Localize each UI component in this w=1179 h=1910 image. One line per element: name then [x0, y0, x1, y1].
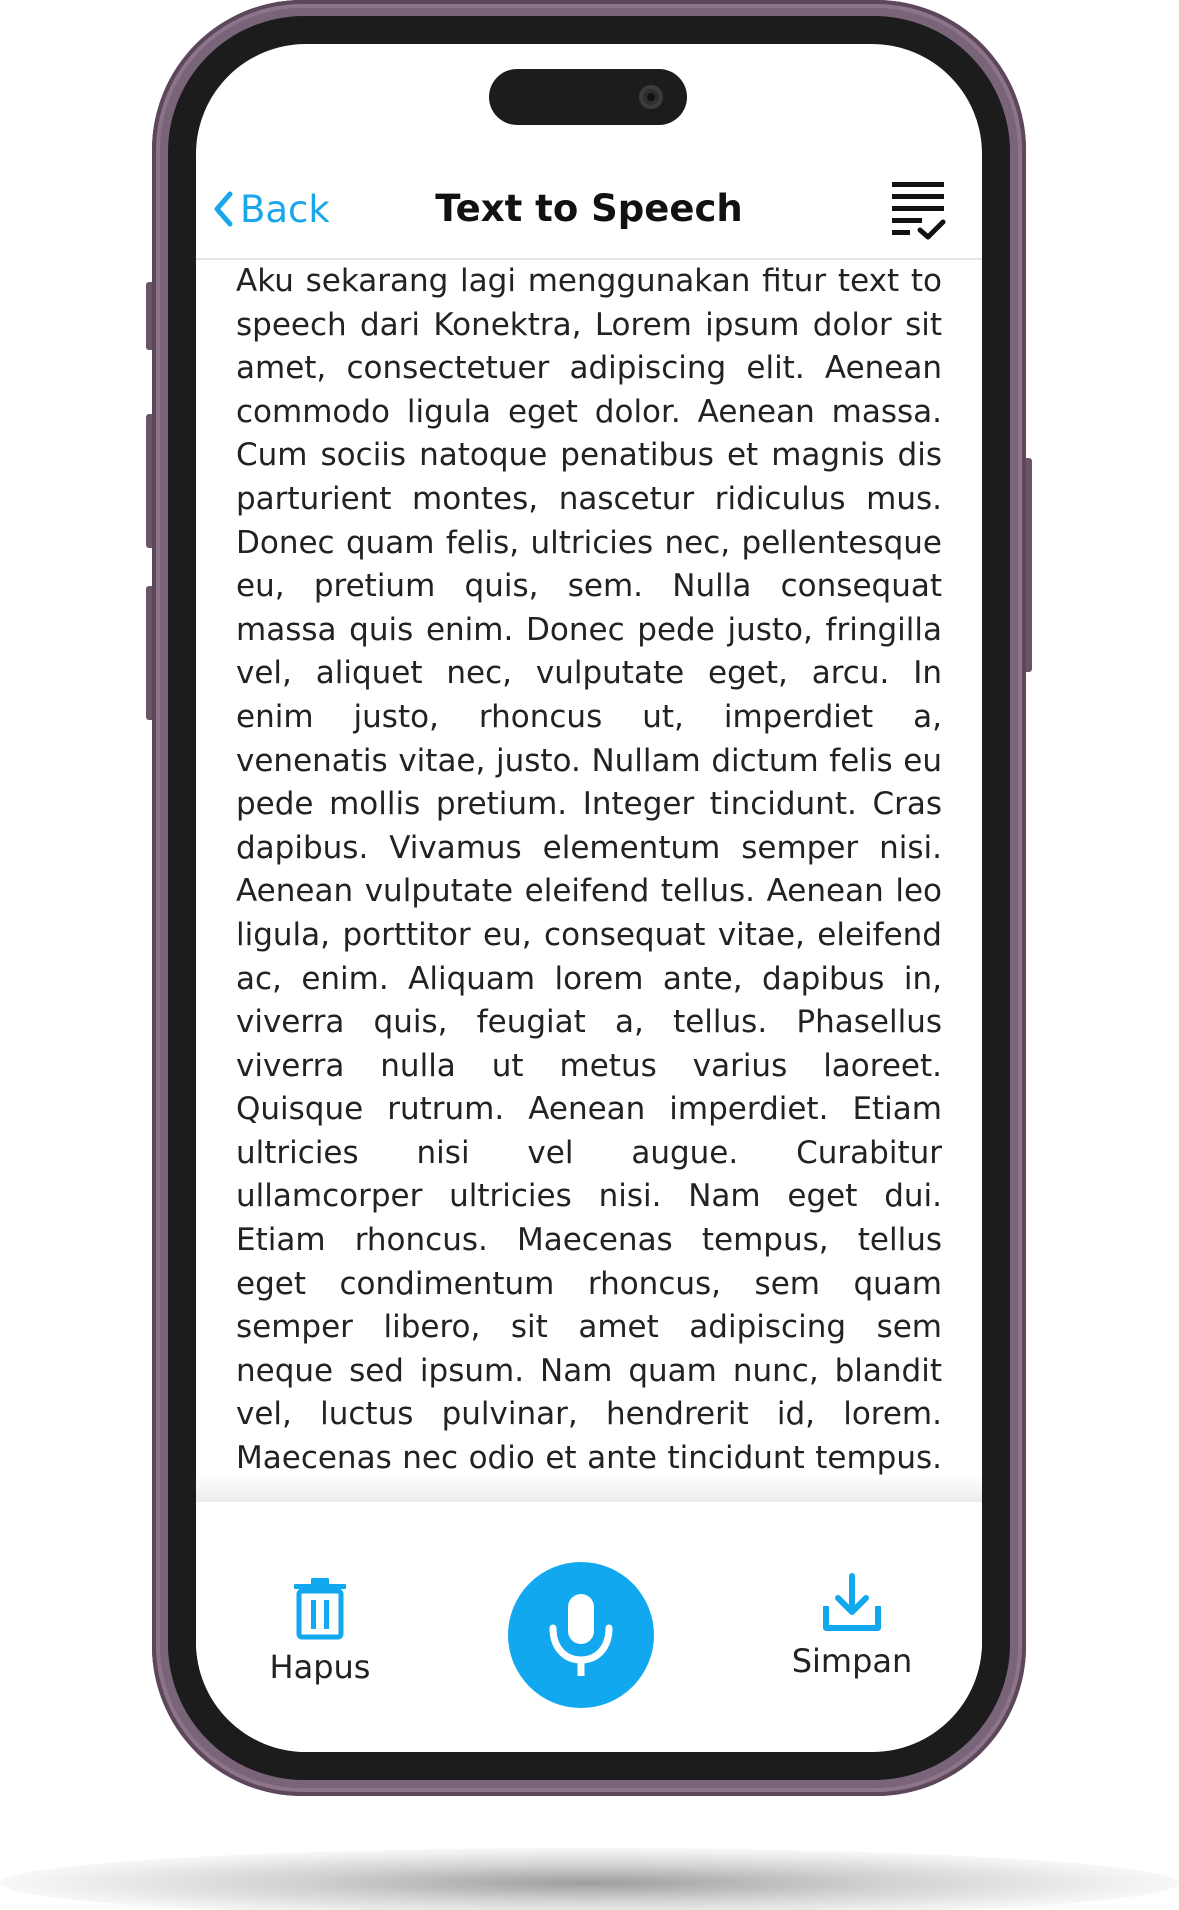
- bottom-toolbar: Hapus Simpan: [196, 1502, 982, 1752]
- phone-shadow: [0, 1848, 1179, 1910]
- toolbar-divider: [196, 1474, 982, 1502]
- mockup-stage: Back Text to Speech Aku sekarang lagi me…: [0, 0, 1179, 1910]
- trash-icon: [294, 1578, 346, 1640]
- dynamic-island: [489, 69, 687, 125]
- microphone-button[interactable]: [508, 1562, 654, 1708]
- download-icon: [823, 1573, 881, 1631]
- microphone-icon: [549, 1594, 613, 1676]
- delete-label: Hapus: [269, 1648, 371, 1686]
- checklist-icon[interactable]: [890, 180, 946, 242]
- save-label: Simpan: [791, 1642, 913, 1680]
- delete-button[interactable]: Hapus: [250, 1576, 390, 1686]
- save-button[interactable]: Simpan: [782, 1572, 922, 1680]
- speech-text: Aku sekarang lagi menggunakan fitur text…: [236, 263, 942, 1477]
- phone-screen: Back Text to Speech Aku sekarang lagi me…: [196, 44, 982, 1752]
- speech-text-area[interactable]: Aku sekarang lagi menggunakan fitur text…: [236, 260, 942, 1480]
- camera-icon: [639, 85, 663, 109]
- page-title: Text to Speech: [435, 187, 743, 230]
- navigation-bar: Back Text to Speech: [196, 140, 982, 260]
